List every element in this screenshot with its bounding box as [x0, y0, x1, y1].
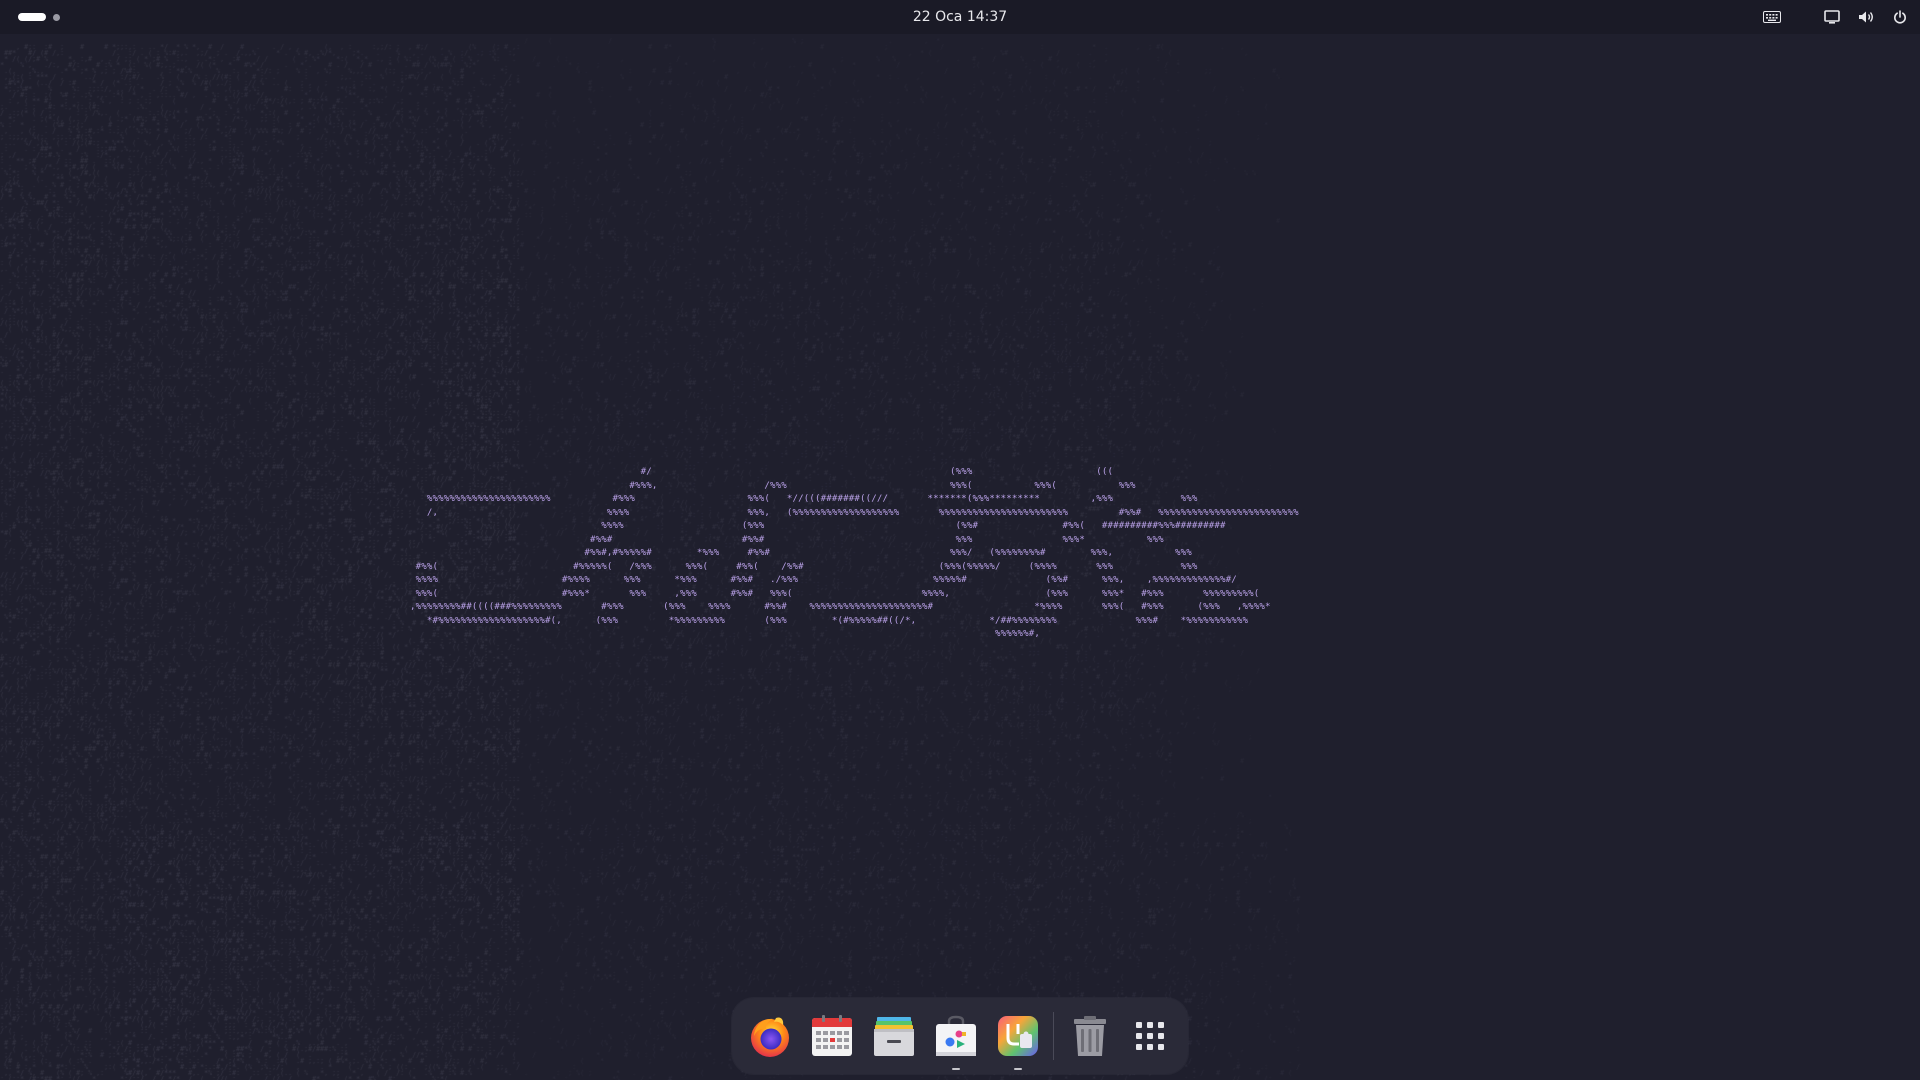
- archive-manager-icon: [874, 1017, 914, 1056]
- dock-separator: [1053, 1012, 1054, 1060]
- system-tray[interactable]: [1762, 0, 1910, 34]
- software-store-icon: [936, 1015, 976, 1056]
- running-indicator: [1014, 1068, 1022, 1070]
- workspace-indicator[interactable]: [18, 13, 60, 21]
- dock-app-firefox[interactable]: [746, 1012, 794, 1060]
- firefox-icon: [751, 1017, 789, 1057]
- power-icon[interactable]: [1890, 7, 1910, 27]
- dock-app-archive-manager[interactable]: [870, 1012, 918, 1060]
- dock-app-software[interactable]: [932, 1012, 980, 1070]
- volume-icon[interactable]: [1856, 7, 1876, 27]
- top-bar: 22 Oca 14:37: [0, 0, 1920, 34]
- running-indicator: [952, 1068, 960, 1070]
- trash-icon: [1074, 1016, 1106, 1056]
- screen-icon[interactable]: [1822, 7, 1842, 27]
- workspace-dot[interactable]: [53, 13, 60, 21]
- extension-manager-icon: [998, 1016, 1038, 1056]
- calendar-icon: [812, 1015, 852, 1056]
- dock-app-calendar[interactable]: [808, 1012, 856, 1060]
- ascii-art-title: #/ (%%% ((( #%%%, /%%% %%%(%%%(%%% %%%…: [410, 467, 1299, 639]
- workspace-active-pill[interactable]: [18, 13, 46, 21]
- dock: [732, 998, 1188, 1074]
- desktop[interactable]: #/ (%%% ((( #%%%, /%%% %%%(%%%(%%% %%%…: [0, 0, 1920, 1080]
- show-apps-icon: [1136, 1022, 1164, 1050]
- keyboard-icon[interactable]: [1762, 7, 1782, 27]
- show-apps-button[interactable]: [1126, 1012, 1174, 1060]
- clock-datetime[interactable]: 22 Oca 14:37: [913, 9, 1007, 25]
- dock-trash[interactable]: [1066, 1012, 1114, 1060]
- dock-app-extension-manager[interactable]: [994, 1012, 1042, 1070]
